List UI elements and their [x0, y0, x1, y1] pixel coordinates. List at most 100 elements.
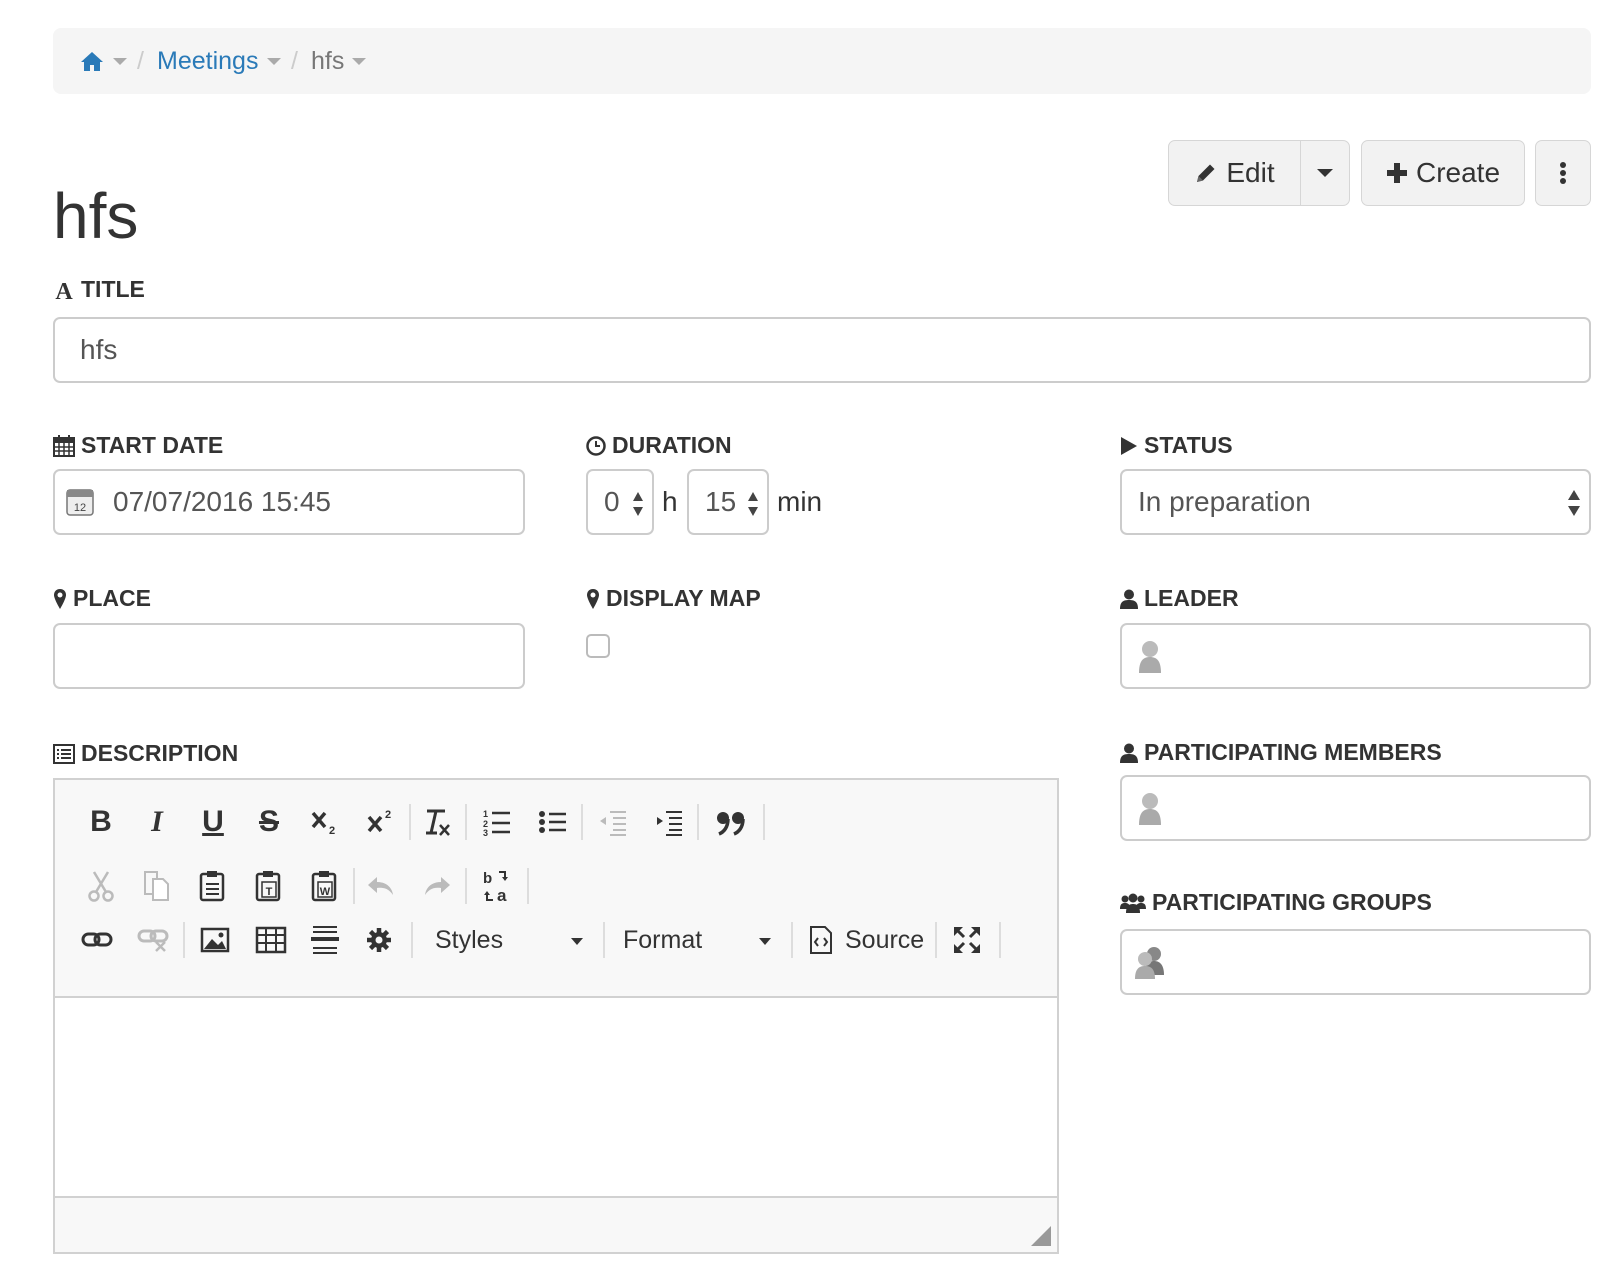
clipboard-icon: [199, 871, 225, 902]
clock-icon: [586, 435, 606, 456]
display-map-checkbox[interactable]: [586, 634, 610, 658]
italic-button[interactable]: I: [135, 800, 179, 844]
bold-button[interactable]: B: [79, 800, 123, 844]
edit-dropdown-button[interactable]: [1300, 140, 1350, 206]
undo-icon: [368, 877, 393, 895]
paste-button[interactable]: [191, 864, 235, 908]
image-button[interactable]: [193, 918, 237, 962]
numbered-list-button[interactable]: 123: [475, 800, 519, 844]
edit-button[interactable]: Edit: [1168, 140, 1301, 206]
subscript-button[interactable]: 2: [303, 800, 347, 844]
duration-minutes-unit: min: [777, 486, 823, 517]
groups-field[interactable]: [1120, 929, 1591, 995]
chevron-down-icon[interactable]: [113, 58, 127, 65]
svg-text:a: a: [497, 886, 507, 903]
leader-field[interactable]: [1120, 623, 1591, 689]
paste-word-button[interactable]: W: [303, 864, 347, 908]
paste-word-icon: W: [311, 871, 337, 902]
duration-hours-stepper[interactable]: 0: [586, 469, 654, 535]
svg-text:3: 3: [483, 828, 488, 837]
resize-handle-icon[interactable]: [1031, 1226, 1051, 1246]
unlink-button[interactable]: [131, 918, 175, 962]
paste-text-button[interactable]: T: [247, 864, 291, 908]
horizontal-rule-button[interactable]: [303, 918, 347, 962]
home-icon[interactable]: [80, 50, 104, 72]
image-icon: [200, 927, 230, 953]
clear-format-icon: [426, 809, 450, 836]
bullet-list-button[interactable]: [531, 800, 575, 844]
superscript-icon: 2: [367, 809, 391, 833]
scissors-icon: [88, 871, 114, 902]
strikethrough-button[interactable]: S: [247, 800, 291, 844]
list-alt-icon: [53, 743, 75, 764]
toolbar-separator: [353, 868, 355, 904]
copy-button[interactable]: [135, 864, 179, 908]
undo-button[interactable]: [359, 864, 403, 908]
svg-text:2: 2: [329, 825, 335, 837]
underline-button[interactable]: U: [191, 800, 235, 844]
special-settings-button[interactable]: [357, 918, 401, 962]
status-select[interactable]: In preparation: [1120, 469, 1591, 535]
duration-minutes-value: 15: [705, 486, 737, 517]
source-code-icon: [810, 926, 832, 954]
toolbar-separator: [183, 922, 185, 958]
cut-button[interactable]: [79, 864, 123, 908]
blockquote-button[interactable]: [709, 800, 753, 844]
subscript-icon: 2: [311, 811, 335, 837]
breadcrumb-separator: /: [137, 46, 144, 75]
spinner-arrows-icon[interactable]: [632, 491, 644, 517]
redo-button[interactable]: [415, 864, 459, 908]
map-marker-icon: [54, 588, 66, 609]
breadcrumb: / Meetings / hfs: [53, 28, 1591, 94]
link-button[interactable]: [75, 918, 119, 962]
indent-button[interactable]: [647, 800, 691, 844]
redo-icon: [425, 877, 450, 895]
chevron-down-icon[interactable]: [267, 58, 281, 65]
source-button[interactable]: Source: [809, 918, 933, 962]
breadcrumb-item-meetings[interactable]: Meetings: [157, 28, 258, 94]
outdent-button[interactable]: [591, 800, 635, 844]
styles-dropdown[interactable]: Styles: [435, 918, 595, 962]
maximize-button[interactable]: [945, 918, 989, 962]
spinner-arrows-icon[interactable]: [747, 491, 759, 517]
unlink-icon: [137, 929, 169, 952]
remove-format-button[interactable]: [415, 800, 459, 844]
edit-label: Edit: [1226, 157, 1275, 188]
create-button[interactable]: Create: [1361, 140, 1525, 206]
editor-content-area[interactable]: [55, 996, 1057, 1198]
format-dropdown[interactable]: Format: [623, 918, 783, 962]
toolbar-separator: [409, 804, 411, 840]
user-placeholder-icon: [1139, 793, 1161, 825]
toolbar-separator: [465, 804, 467, 840]
members-field[interactable]: [1120, 775, 1591, 841]
vertical-ellipsis-icon: [1560, 162, 1566, 184]
table-button[interactable]: [249, 918, 293, 962]
members-label: PARTICIPATING MEMBERS: [1120, 739, 1442, 766]
toolbar-separator: [581, 804, 583, 840]
replace-button[interactable]: ba: [475, 864, 519, 908]
breadcrumb-home[interactable]: [80, 28, 104, 94]
pencil-icon: [1197, 164, 1215, 182]
toolbar-separator: [791, 922, 793, 958]
calendar-picker-icon[interactable]: 12: [65, 487, 95, 517]
calendar-icon: [53, 434, 75, 457]
place-input[interactable]: [53, 623, 525, 689]
title-input[interactable]: hfs: [53, 317, 1591, 383]
create-label: Create: [1415, 157, 1501, 188]
italic-icon: I: [151, 805, 163, 838]
chevron-down-icon[interactable]: [352, 58, 366, 65]
paste-text-icon: T: [255, 871, 281, 902]
duration-minutes-stepper[interactable]: 15: [687, 469, 769, 535]
start-date-field[interactable]: 12 07/07/2016 15:45: [53, 469, 525, 535]
toolbar-separator: [465, 868, 467, 904]
superscript-button[interactable]: 2: [359, 800, 403, 844]
more-options-button[interactable]: [1535, 140, 1591, 206]
toolbar-separator: [411, 922, 413, 958]
toolbar-separator: [999, 922, 1001, 958]
select-arrows-icon: [1568, 490, 1580, 516]
svg-text:2: 2: [385, 809, 391, 821]
groups-label: PARTICIPATING GROUPS: [1120, 889, 1432, 916]
map-marker-icon: [587, 588, 599, 609]
play-icon: [1121, 436, 1137, 455]
copy-icon: [144, 871, 169, 901]
